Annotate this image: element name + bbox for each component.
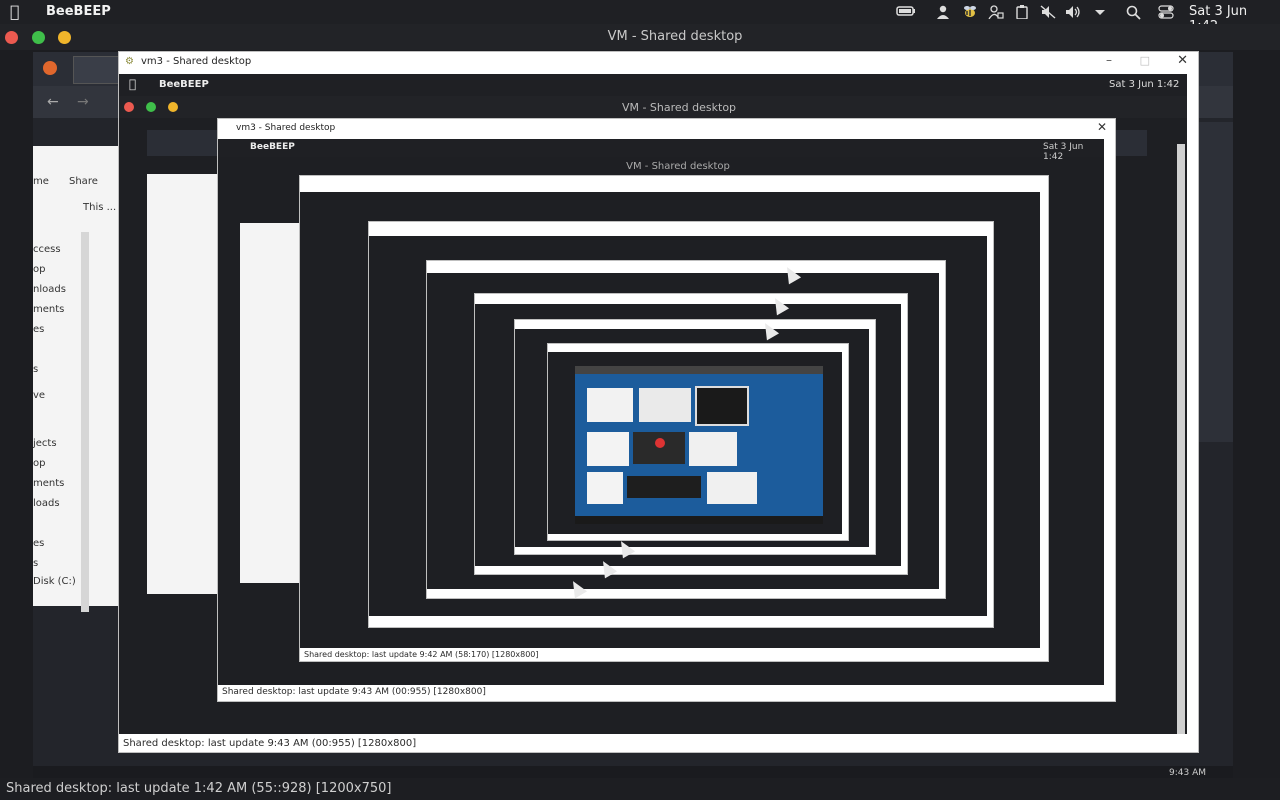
- thumbnail: [587, 472, 623, 504]
- mute-icon[interactable]: [1040, 5, 1056, 19]
- thumbnail: [639, 388, 691, 422]
- bee-icon[interactable]: [962, 5, 976, 19]
- nav-item: op: [33, 458, 46, 469]
- nav-item: s: [33, 558, 39, 569]
- nested-app-name-2: BeeBEEP: [250, 142, 295, 152]
- nested-titlebar-2[interactable]: vm3 - Shared desktop ✕: [218, 119, 1115, 139]
- thumbnail: [587, 388, 633, 422]
- nested-status-3: Shared desktop: last update 9:42 AM (58:…: [304, 650, 539, 659]
- close-icon[interactable]: ✕: [1097, 120, 1107, 134]
- window-title: VM - Shared desktop: [607, 29, 743, 44]
- nav-item: nloads: [33, 284, 66, 295]
- keyboard-thumbnail: [627, 476, 701, 498]
- nested-clock-2: Sat 3 Jun 1:42: [1043, 142, 1084, 162]
- user-icon[interactable]: [936, 5, 950, 19]
- nav-item: loads: [33, 498, 60, 509]
- remote-right-panel: [1198, 122, 1233, 442]
- battery-icon[interactable]: [896, 5, 916, 19]
- nested-titlebar[interactable]: ⚙ vm3 - Shared desktop – □ ✕: [119, 52, 1198, 72]
- status-bar: Shared desktop: last update 1:42 AM (55:…: [0, 778, 1280, 800]
- minimize-icon[interactable]: –: [1106, 53, 1112, 67]
- apple-icon[interactable]: : [10, 2, 20, 21]
- nested-app-name: BeeBEEP: [159, 79, 209, 90]
- clipboard-icon[interactable]: [1015, 5, 1029, 20]
- nested-scrollbar: [1177, 144, 1185, 734]
- nested-clock: Sat 3 Jun 1:42: [1109, 79, 1180, 90]
- file-explorer-fragment: me Share This ... ccess op nloads ments …: [33, 146, 119, 612]
- thumbnail: [689, 432, 737, 466]
- nav-item: jects: [33, 438, 57, 449]
- close-icon[interactable]: ✕: [1177, 53, 1188, 68]
- explorer-scrollbar: [81, 232, 89, 612]
- app-name[interactable]: BeeBEEP: [46, 4, 111, 19]
- search-icon[interactable]: [1126, 5, 1141, 20]
- nested-explorer-fragment: [147, 174, 217, 594]
- nested-inner-title-2: VM - Shared desktop: [626, 161, 730, 172]
- nav-item: es: [33, 324, 45, 335]
- user-lock-icon[interactable]: [988, 5, 1004, 20]
- error-icon: [655, 438, 665, 448]
- innermost-desktop: [575, 366, 823, 524]
- thumbnail: [587, 432, 629, 466]
- ribbon-home: me: [33, 176, 49, 187]
- nav-item: ve: [33, 390, 46, 401]
- nav-item: es: [33, 538, 45, 549]
- nested-inner-title: VM - Shared desktop: [621, 101, 737, 114]
- nested-explorer-fragment-2: [240, 223, 300, 583]
- thumbnail: [707, 472, 757, 504]
- nav-item: s: [33, 364, 39, 375]
- bee-icon: ⚙: [125, 56, 134, 67]
- explorer-path: This ...: [83, 202, 117, 213]
- system-menubar:  BeeBEEP Sat 3 Jun 1:42: [0, 0, 1280, 34]
- nav-item: ccess: [33, 244, 61, 255]
- nav-item: ments: [33, 304, 65, 315]
- nested-window-title: vm3 - Shared desktop: [141, 56, 252, 67]
- nested-menubar: [119, 74, 1187, 96]
- firefox-icon: [43, 61, 57, 75]
- thumbnail: [695, 386, 749, 426]
- ribbon-share: Share: [69, 176, 98, 187]
- apple-icon: : [129, 77, 136, 91]
- nested-status-1: Shared desktop: last update 9:43 AM (00:…: [123, 738, 417, 749]
- thumbnail: [633, 432, 685, 464]
- toggle-icon[interactable]: [1158, 5, 1174, 19]
- nav-item: op: [33, 264, 46, 275]
- nav-item: Disk (C:): [33, 576, 76, 587]
- remote-taskbar: [33, 766, 1233, 778]
- status-text: Shared desktop: last update 1:42 AM (55:…: [6, 781, 392, 796]
- forward-arrow-icon: →: [77, 94, 89, 110]
- volume-icon[interactable]: [1064, 5, 1082, 19]
- nav-item: ments: [33, 478, 65, 489]
- remote-taskbar-time: 9:43 AM: [1169, 768, 1206, 778]
- nested-window-title-2: vm3 - Shared desktop: [236, 123, 336, 133]
- chevron-down-icon[interactable]: [1093, 5, 1107, 19]
- back-arrow-icon: ←: [47, 94, 59, 110]
- nested-status-2: Shared desktop: last update 9:43 AM (00:…: [222, 687, 486, 697]
- maximize-icon[interactable]: □: [1140, 54, 1150, 67]
